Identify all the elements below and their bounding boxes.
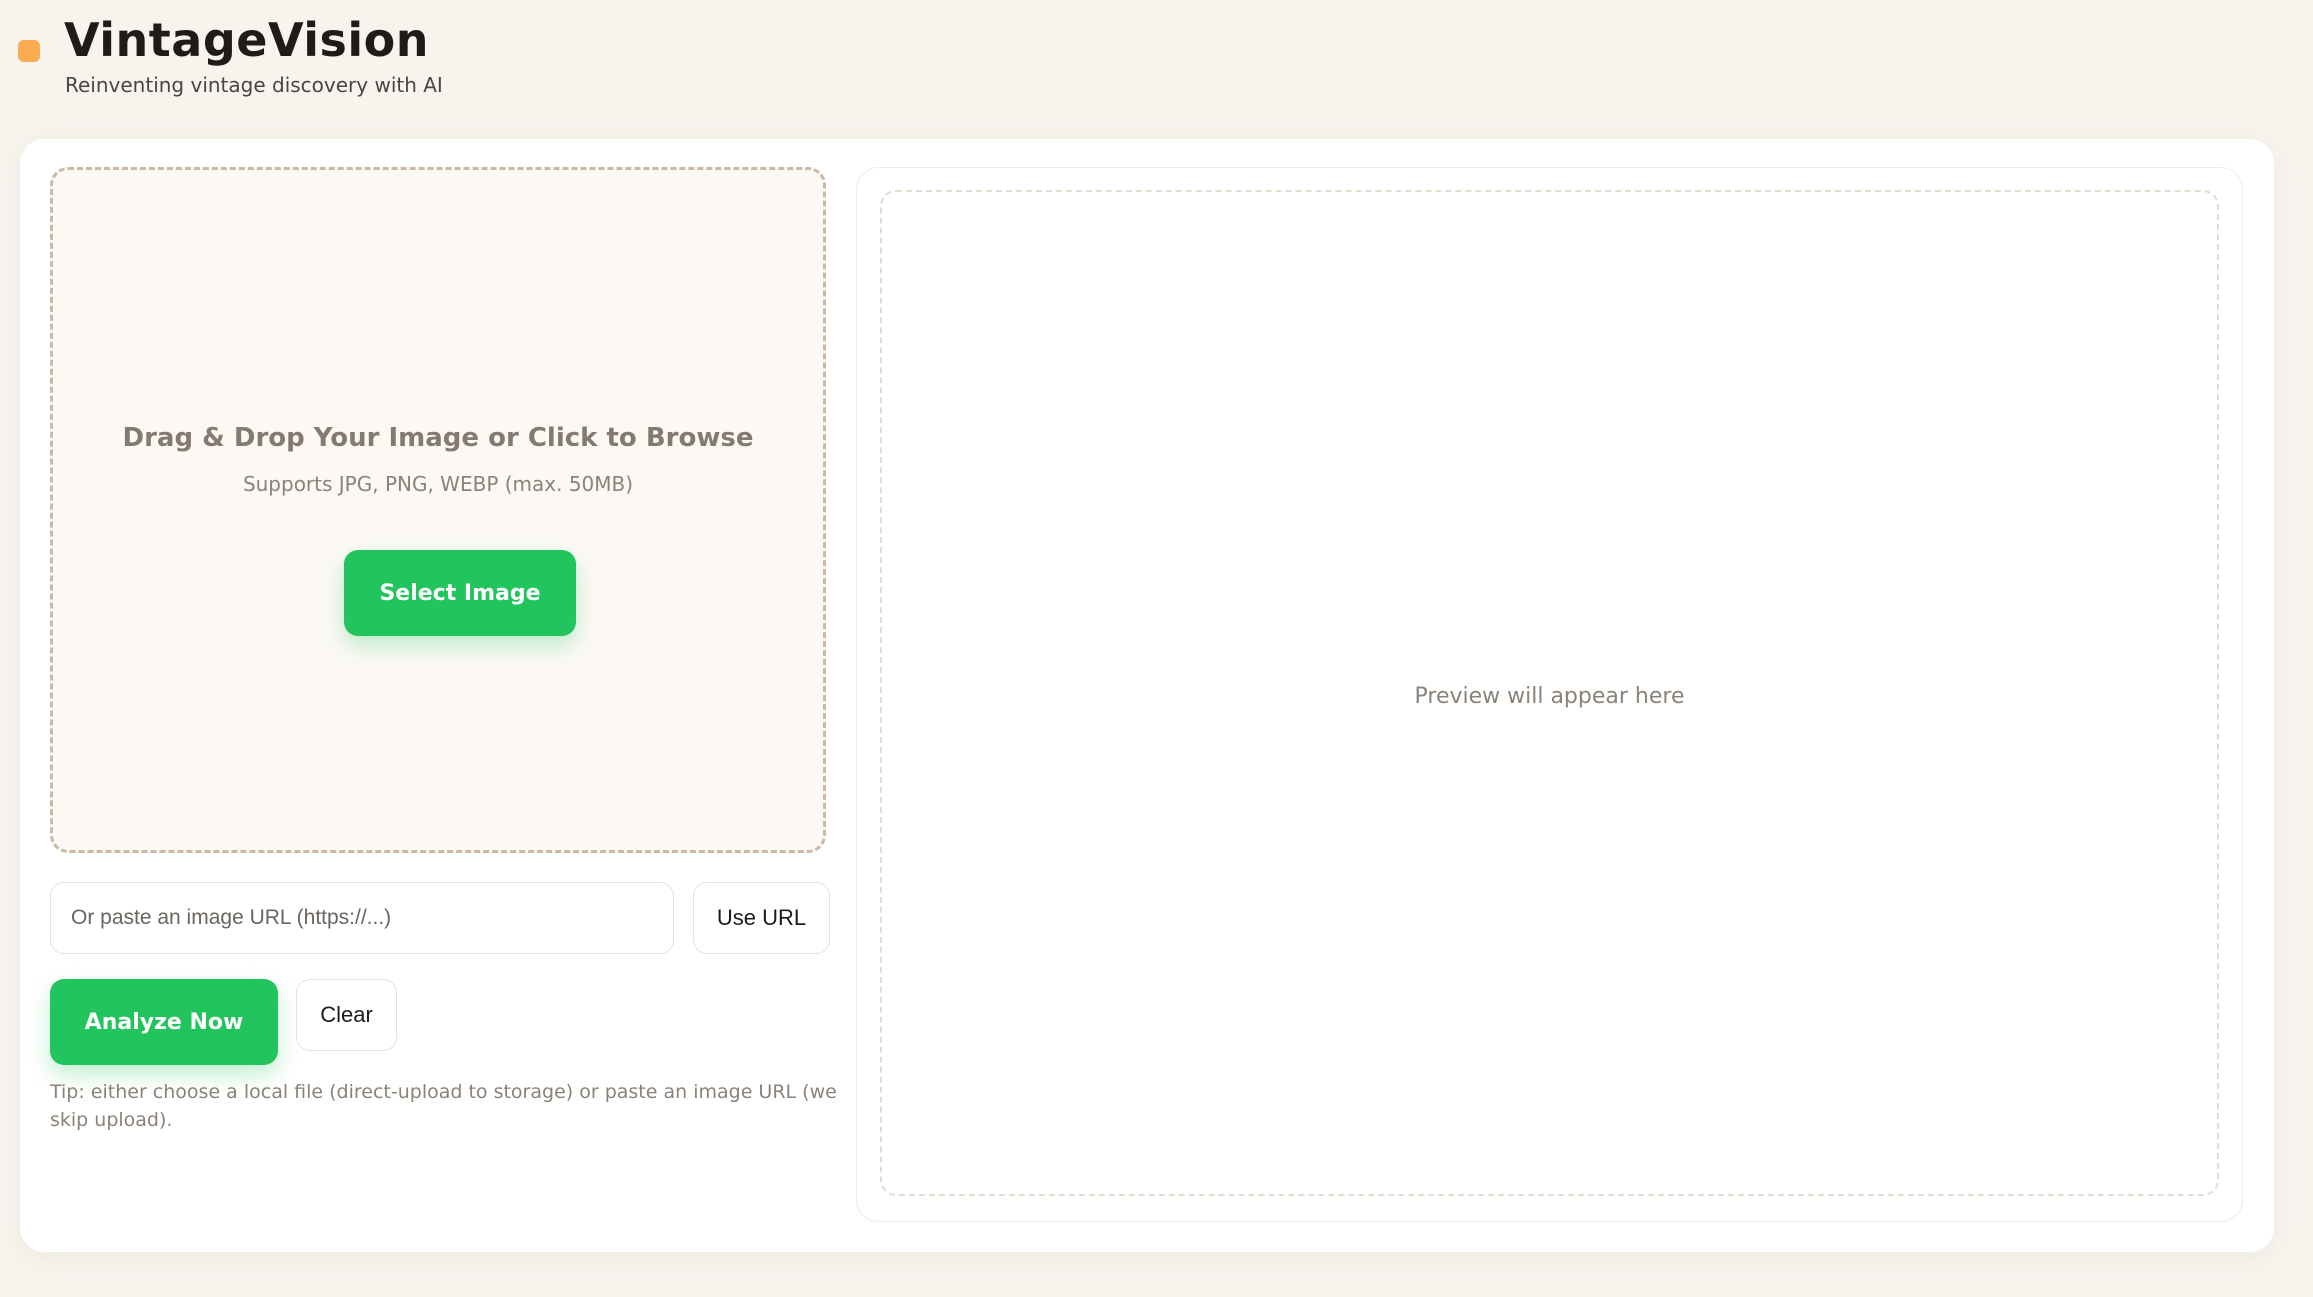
use-url-button[interactable]: Use URL [693,882,830,954]
brand-logo-dot [18,40,40,62]
select-image-button[interactable]: Select Image [344,550,576,636]
image-url-input[interactable] [50,882,674,954]
upload-tip: Tip: either choose a local file (direct-… [50,1081,837,1131]
dropzone-subtitle: Supports JPG, PNG, WEBP (max. 50MB) [242,472,634,496]
preview-panel: Preview will appear here [856,167,2243,1222]
dropzone-title: Drag & Drop Your Image or Click to Brows… [122,423,754,453]
main-card: Drag & Drop Your Image or Click to Brows… [20,139,2274,1252]
app-subtitle: Reinventing vintage discovery with AI [65,73,443,97]
clear-button[interactable]: Clear [296,979,397,1051]
image-dropzone[interactable]: Drag & Drop Your Image or Click to Brows… [50,167,826,853]
analyze-now-button[interactable]: Analyze Now [50,979,278,1065]
preview-area: Preview will appear here [880,190,2219,1196]
preview-placeholder: Preview will appear here [1414,683,1685,709]
app-title: VintageVision [64,13,430,67]
